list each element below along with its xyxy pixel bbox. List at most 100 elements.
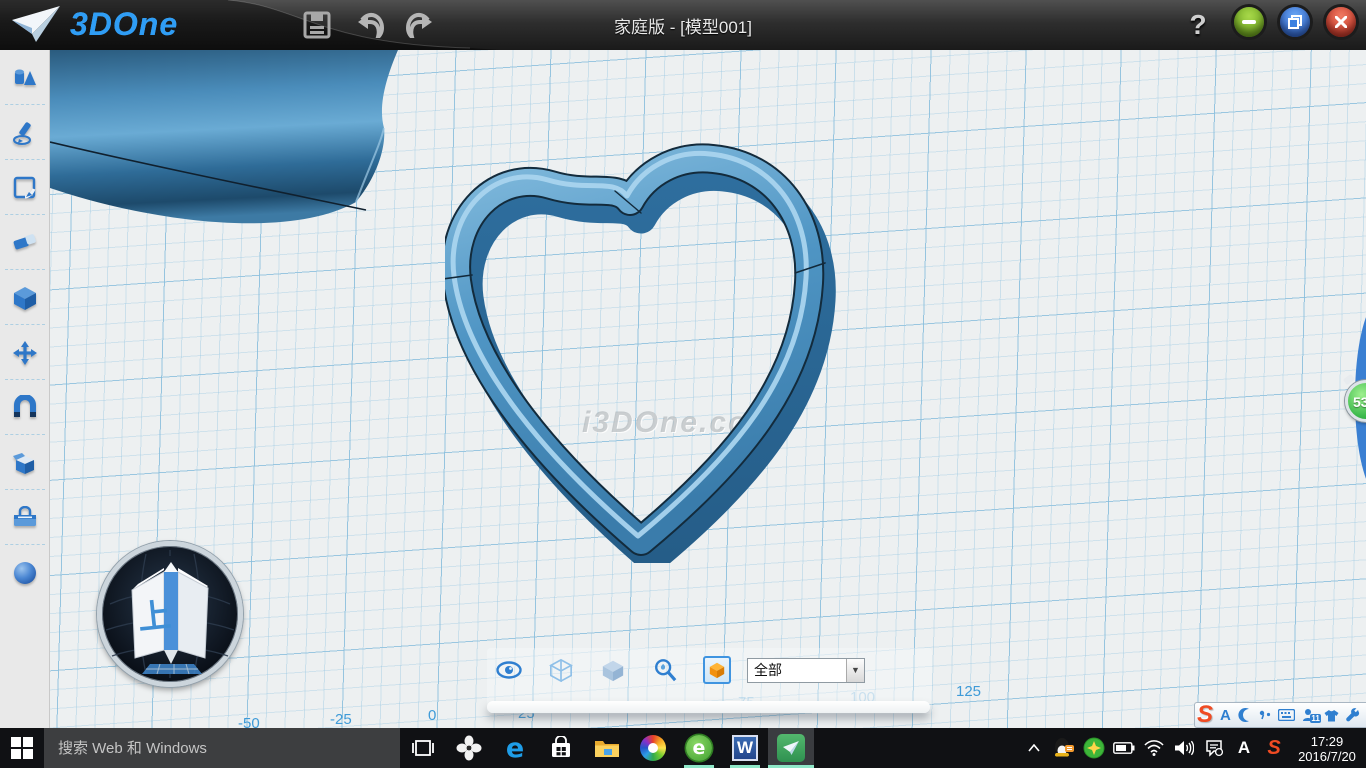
taskbar-app-word[interactable]: W (722, 728, 768, 768)
taskbar-app-explorer[interactable] (584, 728, 630, 768)
pinwheel-icon (456, 735, 482, 761)
task-view-icon (411, 739, 435, 757)
taskbar: e e W (0, 728, 1366, 768)
clock-date: 2016/7/20 (1292, 749, 1362, 764)
move-arrows-icon (12, 340, 38, 366)
battery-icon[interactable] (1112, 728, 1136, 768)
save-icon (303, 11, 331, 39)
sidebar-item-edit-sketch[interactable] (0, 160, 50, 215)
view-cube[interactable]: 上 右 (97, 541, 243, 687)
sidebar-item-material[interactable] (0, 545, 50, 600)
model-viewport[interactable]: i3DOne.com -50 -25 0 25 75 100 125 (50, 50, 1366, 728)
timer-value: 53 (1353, 394, 1366, 410)
wireframe-view-button[interactable] (547, 656, 575, 684)
toolbar-shelf (487, 701, 930, 713)
account-icon[interactable]: 11 (1302, 708, 1317, 722)
taskbar-app-pinwheel[interactable] (446, 728, 492, 768)
tray-expand-chevron[interactable] (1022, 728, 1046, 768)
edge-icon: e (506, 733, 524, 764)
task-view-button[interactable] (400, 728, 446, 768)
shaded-cube-icon (601, 658, 625, 682)
heart-model[interactable] (445, 133, 845, 563)
sidebar-item-magnet[interactable] (0, 380, 50, 435)
tray-input-indicator[interactable]: A (1232, 728, 1256, 768)
qq-icon[interactable] (1052, 728, 1076, 768)
sidebar-item-eraser[interactable] (0, 215, 50, 270)
sidebar-item-sketch[interactable] (0, 105, 50, 160)
close-button[interactable] (1326, 7, 1356, 37)
display-filter-dropdown[interactable]: 全部 ▼ (747, 658, 865, 683)
3done-icon (777, 734, 805, 762)
sidebar-item-special-features[interactable] (0, 435, 50, 490)
zoom-button[interactable] (651, 656, 679, 684)
search-input[interactable] (44, 728, 400, 768)
minimize-icon (1242, 20, 1256, 24)
redo-icon (406, 12, 436, 38)
app-name: 3DOne (70, 6, 178, 43)
skin-shirt-icon[interactable] (1324, 709, 1339, 722)
undo-button[interactable] (352, 8, 386, 42)
green-browser-icon: e (686, 735, 712, 761)
fullwidth-moon-icon[interactable] (1238, 708, 1252, 722)
dropdown-arrow-icon[interactable]: ▼ (846, 659, 864, 682)
eye-icon (496, 661, 522, 679)
screen: 3DOne (0, 0, 1366, 768)
visibility-button[interactable] (495, 656, 523, 684)
taskbar-app-edge[interactable]: e (492, 728, 538, 768)
toolbox-icon (11, 506, 39, 530)
eraser-icon (11, 231, 39, 255)
view-cube-left-face-label[interactable]: 上 (136, 596, 173, 636)
minimize-button[interactable] (1234, 7, 1264, 37)
input-mode-toggle[interactable]: A (1220, 707, 1231, 724)
axis-label: 0 (428, 707, 436, 724)
volume-icon[interactable] (1172, 728, 1196, 768)
action-center-icon[interactable] (1202, 728, 1226, 768)
start-button[interactable] (0, 728, 44, 768)
tray-clock[interactable]: 17:29 2016/7/20 (1292, 732, 1362, 764)
sidebar-item-primitives[interactable] (0, 50, 50, 105)
sogou-logo[interactable]: S (1197, 704, 1213, 726)
taskbar-app-store[interactable] (538, 728, 584, 768)
taskbar-app-green-browser[interactable]: e (676, 728, 722, 768)
antivirus-icon[interactable] (1082, 728, 1106, 768)
display-filter-button[interactable] (703, 656, 731, 684)
clock-time: 17:29 (1292, 734, 1362, 749)
shaded-view-button[interactable] (599, 656, 627, 684)
wireframe-cube-icon (549, 658, 573, 682)
soft-keyboard-icon[interactable] (1278, 709, 1295, 721)
tray-sogou-icon[interactable]: S (1262, 728, 1286, 768)
paper-plane-icon (10, 4, 62, 44)
close-icon (1335, 16, 1347, 28)
model-surface-partial[interactable] (50, 50, 398, 255)
axis-label: -25 (330, 711, 352, 728)
magnet-icon (12, 395, 38, 421)
360-browser-icon (640, 735, 666, 761)
taskbar-app-3done[interactable] (768, 728, 814, 768)
sidebar-item-move[interactable] (0, 325, 50, 380)
punctuation-icon[interactable] (1259, 709, 1271, 721)
restore-icon (1288, 15, 1302, 29)
sketch-pencil-icon (12, 120, 38, 146)
sidebar-item-features[interactable] (0, 270, 50, 325)
sidebar-item-tools[interactable] (0, 490, 50, 545)
settings-wrench-icon[interactable] (1346, 708, 1360, 722)
word-icon: W (732, 735, 758, 761)
filter-value: 全部 (748, 660, 846, 680)
redo-button[interactable] (404, 8, 438, 42)
display-toolbar: 全部 ▼ (487, 648, 932, 714)
save-button[interactable] (300, 8, 334, 42)
axis-label: -50 (238, 715, 260, 728)
windows-logo-icon (11, 737, 33, 759)
maximize-button[interactable] (1280, 7, 1310, 37)
tool-sidebar (0, 50, 50, 728)
help-button[interactable]: ? (1178, 0, 1218, 50)
sogou-input-bar: S A 11 (1194, 702, 1366, 728)
store-icon (549, 736, 573, 760)
taskbar-search[interactable] (44, 728, 400, 768)
magnifier-icon (653, 658, 677, 682)
open-box-icon (12, 450, 38, 476)
wifi-icon[interactable] (1142, 728, 1166, 768)
edit-sketch-icon (12, 175, 38, 201)
taskbar-app-360-browser[interactable] (630, 728, 676, 768)
app-logo: 3DOne (10, 4, 178, 44)
